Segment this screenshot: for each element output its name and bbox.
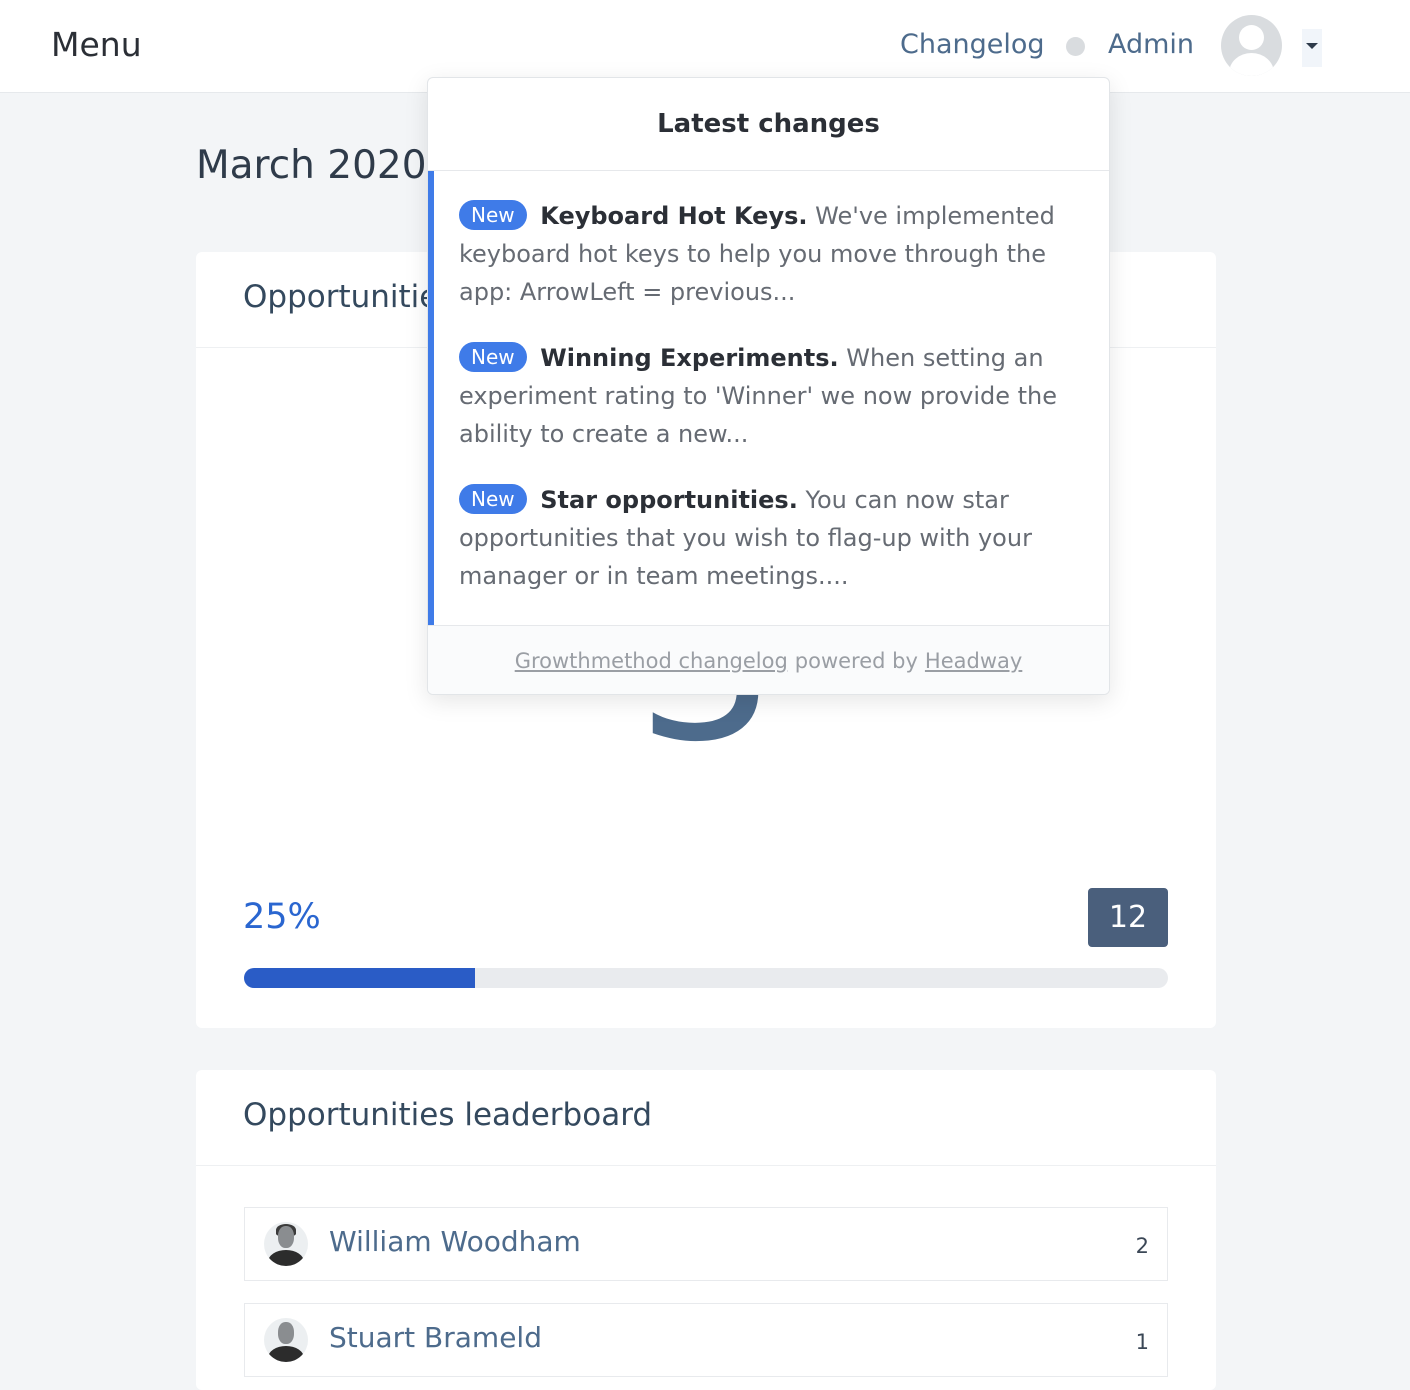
admin-link[interactable]: Admin xyxy=(1108,29,1194,60)
changelog-item-title[interactable]: Winning Experiments. xyxy=(540,344,838,372)
page-title: March 2020 xyxy=(196,143,427,188)
leaderboard-row[interactable]: Stuart Brameld 1 xyxy=(244,1303,1168,1377)
user-menu-dropdown-icon[interactable] xyxy=(1302,29,1322,67)
leaderboard-card: Opportunities leaderboard William Woodha… xyxy=(196,1070,1216,1390)
leaderboard-name[interactable]: Stuart Brameld xyxy=(329,1321,542,1354)
leaderboard-title: Opportunities leaderboard xyxy=(243,1097,653,1133)
new-badge: New xyxy=(459,200,527,230)
changelog-item[interactable]: New Keyboard Hot Keys. We've implemented… xyxy=(459,197,1099,311)
progress-bar xyxy=(244,968,1168,988)
user-avatar-icon[interactable] xyxy=(1221,15,1282,76)
changelog-item[interactable]: New Star opportunities. You can now star… xyxy=(459,481,1099,595)
avatar xyxy=(264,1222,308,1266)
target-badge: 12 xyxy=(1088,888,1168,947)
headway-link[interactable]: Headway xyxy=(925,649,1022,673)
avatar-body xyxy=(268,1250,304,1266)
progress-bar-fill xyxy=(244,968,475,988)
avatar-shoulders xyxy=(1229,53,1274,76)
popup-header: Latest changes xyxy=(428,78,1109,171)
new-badge: New xyxy=(459,484,527,514)
changelog-popup: Latest changes New Keyboard Hot Keys. We… xyxy=(427,77,1110,695)
avatar-head xyxy=(1239,25,1264,50)
menu-button[interactable]: Menu xyxy=(51,25,142,64)
leaderboard-row[interactable]: William Woodham 2 xyxy=(244,1207,1168,1281)
changelog-item-title[interactable]: Keyboard Hot Keys. xyxy=(540,202,807,230)
footer-text: powered by xyxy=(794,648,918,673)
changelog-item-title[interactable]: Star opportunities. xyxy=(540,486,798,514)
leaderboard-count: 2 xyxy=(1135,1234,1149,1258)
leaderboard-count: 1 xyxy=(1135,1330,1149,1354)
new-badge: New xyxy=(459,342,527,372)
changelog-item[interactable]: New Winning Experiments. When setting an… xyxy=(459,339,1099,453)
notification-dot-icon xyxy=(1066,37,1085,56)
progress-percent: 25% xyxy=(243,897,321,937)
popup-footer: Growthmethod changelog powered by Headwa… xyxy=(428,625,1109,694)
changelog-list: New Keyboard Hot Keys. We've implemented… xyxy=(428,171,1109,625)
growthmethod-changelog-link[interactable]: Growthmethod changelog xyxy=(515,649,788,673)
avatar xyxy=(264,1318,308,1362)
avatar-body xyxy=(268,1346,304,1362)
leaderboard-name[interactable]: William Woodham xyxy=(329,1225,581,1258)
card-divider xyxy=(196,1165,1216,1166)
avatar-face xyxy=(278,1322,294,1344)
card-title: Opportunities xyxy=(243,279,455,315)
avatar-face xyxy=(278,1226,294,1248)
changelog-link[interactable]: Changelog xyxy=(900,29,1045,60)
